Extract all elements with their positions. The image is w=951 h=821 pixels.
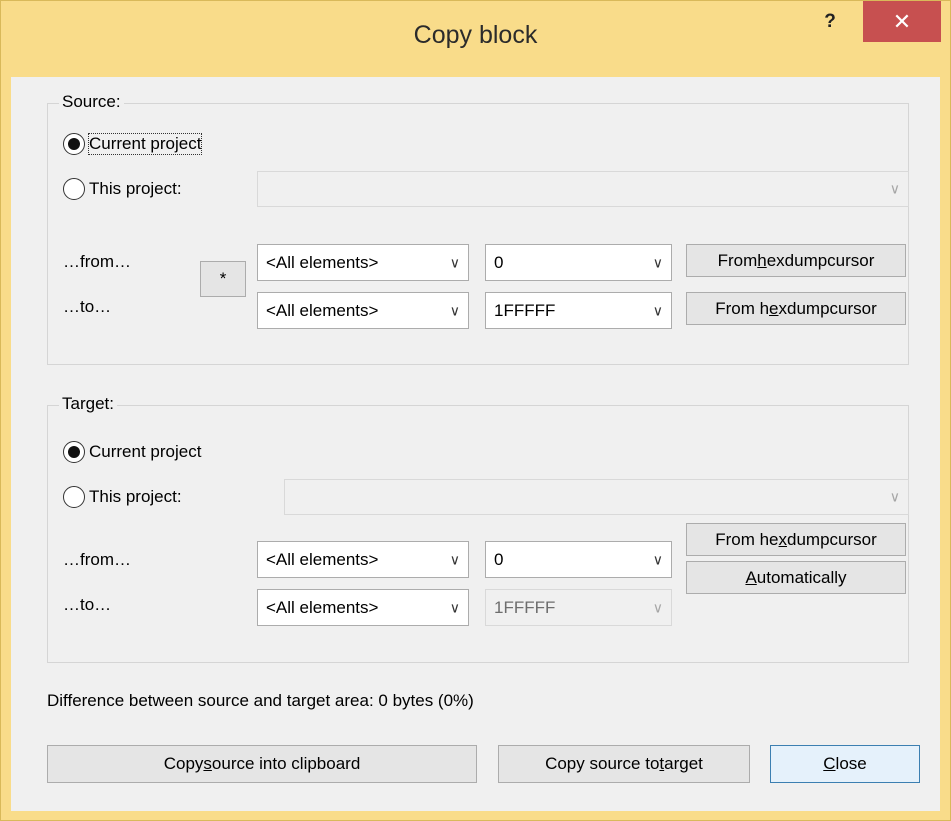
target-from-elements-select[interactable]: <All elements> ∨ (257, 541, 469, 578)
target-group-label: Target: (59, 394, 117, 414)
source-to-hexdumpcursor-button[interactable]: From h e xdumpcursor (686, 292, 906, 325)
source-from-offset-value: 0 (494, 252, 504, 272)
source-star-button[interactable]: * (200, 261, 246, 297)
copy-source-into-clipboard-button[interactable]: Copy s ource into clipboard (47, 745, 477, 783)
btn-accel: e (769, 298, 779, 318)
target-from-elements-value: <All elements> (266, 549, 379, 569)
target-to-offset-value: 1FFFFF (494, 597, 556, 617)
source-project-select[interactable]: ∨ (257, 171, 909, 207)
chevron-down-icon: ∨ (889, 488, 900, 505)
target-radio-this[interactable]: This project: (63, 486, 182, 508)
source-to-offset-combo[interactable]: 1FFFFF ∨ (485, 292, 672, 329)
target-to-elements-select[interactable]: <All elements> ∨ (257, 589, 469, 626)
btn-text: xdumpcursor (778, 298, 877, 318)
chevron-down-icon: ∨ (652, 254, 663, 270)
btn-text: Copy (163, 754, 204, 773)
btn-text: lose (835, 754, 867, 773)
target-radio-current-label: Current project (89, 442, 202, 461)
target-from-offset-combo[interactable]: 0 ∨ (485, 541, 672, 578)
btn-accel: h (757, 250, 767, 270)
btn-text: dumpcursor (787, 529, 877, 549)
source-to-elements-select[interactable]: <All elements> ∨ (257, 292, 469, 329)
source-from-label: …from… (63, 252, 131, 271)
btn-accel: x (778, 529, 788, 549)
btn-text: utomatically (756, 567, 847, 587)
close-window-button[interactable]: ✕ (863, 1, 941, 42)
source-radio-current[interactable]: Current project (63, 133, 203, 155)
target-from-hexdumpcursor-button[interactable]: From he x dumpcursor (686, 523, 906, 556)
close-button[interactable]: Close (770, 745, 920, 783)
source-group-label: Source: (59, 92, 124, 112)
radio-checked-icon (63, 133, 85, 155)
source-from-hexdumpcursor-button[interactable]: From h exdumpcursor (686, 244, 906, 277)
dialog-body: Source: Current project This project: ∨ … (11, 77, 940, 811)
source-from-elements-value: <All elements> (266, 252, 379, 272)
btn-accel: A (745, 567, 757, 587)
target-project-select[interactable]: ∨ (284, 479, 909, 515)
radio-unchecked-icon (63, 486, 85, 508)
source-from-offset-combo[interactable]: 0 ∨ (485, 244, 672, 281)
target-to-offset-combo: 1FFFFF ∨ (485, 589, 672, 626)
target-radio-this-label: This project: (89, 487, 182, 506)
btn-text: exdumpcursor (766, 250, 875, 270)
source-from-elements-select[interactable]: <All elements> ∨ (257, 244, 469, 281)
copy-block-dialog: Copy block ? ✕ Source: Current project T… (0, 0, 951, 821)
btn-text: ource into clipboard (211, 754, 361, 773)
chevron-down-icon: ∨ (652, 599, 663, 615)
difference-text: Difference between source and target are… (47, 691, 474, 710)
source-to-label: …to… (63, 297, 112, 316)
btn-text: From he (715, 529, 779, 549)
source-radio-this-label: This project: (89, 179, 182, 198)
btn-text: arget (664, 754, 703, 773)
target-from-offset-value: 0 (494, 549, 504, 569)
chevron-down-icon: ∨ (652, 302, 663, 318)
chevron-down-icon: ∨ (889, 180, 900, 197)
target-to-label: …to… (63, 595, 112, 614)
target-from-label: …from… (63, 550, 131, 569)
title-bar: Copy block ? ✕ (1, 1, 950, 77)
radio-unchecked-icon (63, 178, 85, 200)
btn-text: From (717, 250, 758, 270)
target-radio-current[interactable]: Current project (63, 441, 201, 463)
chevron-down-icon: ∨ (449, 254, 460, 270)
target-to-elements-value: <All elements> (266, 597, 379, 617)
chevron-down-icon: ∨ (652, 551, 663, 567)
source-radio-this[interactable]: This project: (63, 178, 182, 200)
help-button[interactable]: ? (806, 5, 854, 43)
chevron-down-icon: ∨ (449, 551, 460, 567)
btn-text: Copy source to (545, 754, 660, 773)
source-to-elements-value: <All elements> (266, 300, 379, 320)
target-automatically-button[interactable]: Automatically (686, 561, 906, 594)
btn-accel: s (203, 754, 212, 773)
chevron-down-icon: ∨ (449, 302, 460, 318)
source-radio-current-label: Current project (87, 133, 203, 155)
copy-source-to-target-button[interactable]: Copy source to t arget (498, 745, 750, 783)
btn-text: From h (715, 298, 770, 318)
source-to-offset-value: 1FFFFF (494, 300, 556, 320)
btn-accel: C (823, 754, 836, 773)
chevron-down-icon: ∨ (449, 599, 460, 615)
radio-checked-icon (63, 441, 85, 463)
